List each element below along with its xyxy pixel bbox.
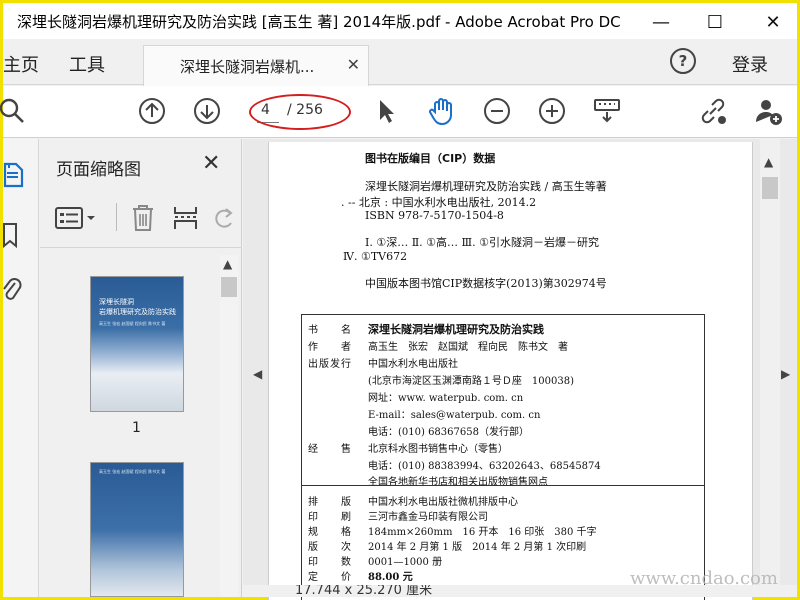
- delete-page-icon[interactable]: [130, 203, 156, 233]
- info-value-seller: 北京科水图书销售中心（零售）: [368, 444, 508, 455]
- thumbnails-scrollbar[interactable]: ▲: [220, 255, 238, 597]
- info-value-price: 88.00 元: [368, 572, 413, 583]
- document-scroll-thumb[interactable]: [762, 177, 778, 199]
- thumbnails-toolbar: [54, 201, 234, 235]
- attachment-icon[interactable]: [1, 277, 23, 305]
- maximize-button[interactable]: ☐: [693, 6, 737, 38]
- title-bar: 深埋长隧洞岩爆机理研究及防治实践 [高玉生 著] 2014年版.pdf - Ad…: [3, 3, 797, 39]
- info-value-spec: 184mm×260mm 16 开本 16 印张 380 千字: [368, 527, 597, 538]
- info-key-layout: 排 版: [308, 497, 352, 508]
- info-value-address: (北京市海淀区玉渊潭南路１号Ｄ座 100038): [368, 376, 574, 387]
- pdf-page: 图书在版编目（CIP）数据 深埋长隧洞岩爆机理研究及防治实践 / 高玉生等著 .…: [268, 142, 753, 600]
- extract-page-icon[interactable]: [172, 203, 200, 233]
- thumbnail-page-number: 1: [132, 420, 141, 436]
- page-thumbnails-icon[interactable]: [1, 161, 25, 189]
- keyboard-scroll-icon[interactable]: [592, 96, 622, 126]
- close-window-button[interactable]: ✕: [751, 6, 795, 38]
- options-menu-icon[interactable]: [54, 203, 98, 233]
- info-key-spec: 规 格: [308, 527, 352, 538]
- info-value-seller-phone: 电话：(010) 88383994、63202643、68545874: [368, 461, 601, 472]
- minimize-button[interactable]: —: [639, 6, 683, 38]
- info-value-publisher: 中国水利水电出版社: [368, 359, 458, 370]
- select-pointer-icon[interactable]: [371, 96, 401, 126]
- thumbnails-separator: [40, 247, 242, 248]
- info-key-printer: 印 刷: [308, 512, 352, 523]
- cip-line-4: Ⅰ. ①深… Ⅱ. ①高… Ⅲ. ①引水隧洞－岩爆－研究: [365, 236, 599, 249]
- thumbnail-2-authors: 高玉生 张宏 赵国斌 程向民 陈书文 著: [99, 469, 166, 474]
- thumbnails-scroll-thumb[interactable]: [221, 277, 237, 297]
- add-user-icon[interactable]: [753, 96, 783, 126]
- scroll-up-arrow-icon[interactable]: ▲: [223, 257, 232, 271]
- left-nav-strip: [3, 139, 39, 597]
- document-tab[interactable]: 深埋长隧洞岩爆机... ✕: [143, 45, 369, 86]
- document-viewer[interactable]: ◀ 图书在版编目（CIP）数据 深埋长隧洞岩爆机理研究及防治实践 / 高玉生等著…: [243, 139, 797, 600]
- page-size-readout: 17.744 x 25.270 厘米: [295, 585, 433, 597]
- page-thumbnail-2[interactable]: 高玉生 张宏 赵国斌 程向民 陈书文 著: [90, 462, 184, 597]
- info-key-title: 书 名: [308, 325, 352, 336]
- home-tab[interactable]: 主页: [3, 51, 39, 77]
- thumbnails-panel-title: 页面缩略图: [56, 160, 141, 180]
- page-thumbnail-1[interactable]: 深埋长隧洞 岩爆机理研究及防治实践 高玉生 张宏 赵国斌 程向民 陈书文 著: [90, 276, 184, 412]
- login-button[interactable]: 登录: [732, 51, 768, 77]
- cip-line-6: 中国版本图书馆CIP数据核字(2013)第302974号: [365, 277, 607, 290]
- info-value-edition: 2014 年 2 月第 1 版 2014 年 2 月第 1 次印刷: [368, 542, 587, 553]
- cip-line-3: ISBN 978-7-5170-1504-8: [365, 209, 504, 222]
- zoom-out-icon[interactable]: [482, 96, 512, 126]
- info-value-copies: 0001—1000 册: [368, 557, 443, 568]
- share-link-icon[interactable]: [698, 96, 728, 126]
- next-page-icon[interactable]: [192, 96, 222, 126]
- help-icon[interactable]: ?: [670, 48, 696, 74]
- info-key-copies: 印 数: [308, 557, 352, 568]
- info-value-email: E-mail：sales@waterpub. com. cn: [368, 410, 541, 421]
- info-value-phone: 电话：(010) 68367658（发行部）: [368, 427, 529, 438]
- info-key-price: 定 价: [308, 572, 352, 583]
- zoom-in-icon[interactable]: [537, 96, 567, 126]
- info-value-layout: 中国水利水电出版社微机排版中心: [368, 497, 518, 508]
- toolbar-divider: [116, 203, 117, 231]
- previous-page-arrow-icon[interactable]: ◀: [253, 367, 262, 381]
- publication-info-box: 书 名 深埋长隧洞岩爆机理研究及防治实践 作 者 高玉生 张宏 赵国斌 程向民 …: [301, 314, 705, 600]
- info-key-seller: 经 售: [308, 444, 352, 455]
- info-key-author: 作 者: [308, 342, 352, 353]
- search-icon[interactable]: [0, 96, 29, 126]
- info-box-divider: [302, 485, 704, 486]
- cip-line-5: Ⅳ. ①TV672: [343, 250, 408, 263]
- window-title: 深埋长隧洞岩爆机理研究及防治实践 [高玉生 著] 2014年版.pdf - Ad…: [17, 13, 621, 31]
- thumbnail-cover-title: 深埋长隧洞 岩爆机理研究及防治实践: [99, 298, 176, 316]
- bookmark-icon[interactable]: [1, 221, 21, 249]
- cip-line-2: . -- 北京 : 中国水利水电出版社, 2014.2: [341, 196, 537, 209]
- hand-tool-icon[interactable]: [427, 96, 457, 126]
- info-key-publisher: 出版发行: [308, 359, 352, 370]
- info-value-author: 高玉生 张宏 赵国斌 程向民 陈书文 著: [368, 342, 568, 353]
- info-value-title: 深埋长隧洞岩爆机理研究及防治实践: [368, 323, 544, 336]
- next-page-arrow-icon[interactable]: ▶: [781, 367, 790, 381]
- previous-page-icon[interactable]: [137, 96, 167, 126]
- highlight-ellipse: [249, 94, 351, 130]
- document-tab-label: 深埋长隧洞岩爆机...: [180, 58, 315, 76]
- doc-scroll-up-arrow-icon[interactable]: ▲: [764, 155, 773, 169]
- info-value-printer: 三河市鑫金马印装有限公司: [368, 512, 488, 523]
- cip-heading: 图书在版编目（CIP）数据: [365, 152, 496, 165]
- thumbnails-panel-close-icon[interactable]: ✕: [202, 151, 220, 176]
- site-watermark: www.cndao.com: [630, 568, 778, 589]
- rotate-page-icon[interactable]: [212, 203, 236, 233]
- thumbnails-panel: 页面缩略图 ✕ 深埋长隧洞 岩爆机理研究及防治实践 高玉生 张宏 赵国斌 程向民…: [40, 139, 242, 597]
- main-toolbar: 4 / 256: [0, 86, 797, 138]
- info-value-website: 网址：www. waterpub. com. cn: [368, 393, 524, 404]
- thumbnail-cover-authors: 高玉生 张宏 赵国斌 程向民 陈书文 著: [99, 321, 166, 326]
- tools-tab[interactable]: 工具: [69, 51, 105, 77]
- info-key-edition: 版 次: [308, 542, 352, 553]
- document-scrollbar[interactable]: ▲: [760, 139, 780, 597]
- tab-bar: 主页 工具 深埋长隧洞岩爆机... ✕ ? 登录: [3, 39, 797, 86]
- cip-line-1: 深埋长隧洞岩爆机理研究及防治实践 / 高玉生等著: [365, 180, 607, 193]
- document-tab-close-icon[interactable]: ✕: [347, 55, 360, 74]
